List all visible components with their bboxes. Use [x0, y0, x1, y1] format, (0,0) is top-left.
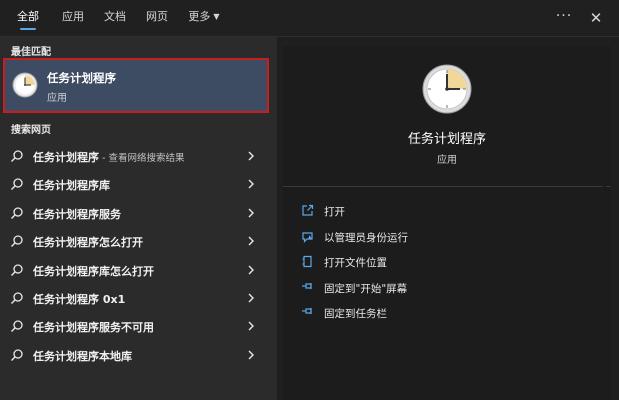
web-search-list: 任务计划程序 - 查看网络搜索结果 任务计划程序库 任务计划程序服务 任务计划程… — [0, 142, 277, 369]
search-icon — [11, 235, 23, 248]
action-pin-to-taskbar-label: 固定到任务栏 — [324, 308, 387, 320]
more-options-button[interactable]: ··· — [554, 0, 574, 36]
preview-pane: 任务计划程序 应用 打开 以管理员身份运行 打开文件位置 固定到"开始"屏幕 固… — [283, 46, 611, 400]
file-location-icon — [302, 255, 312, 268]
action-open-file-location-label: 打开文件位置 — [324, 257, 387, 269]
web-search-item[interactable]: 任务计划程序服务不可用 — [0, 312, 277, 340]
search-scope-tabs: 全部 应用 文档 网页 更多 ▼ ··· ✕ — [0, 0, 619, 37]
open-icon — [302, 204, 314, 216]
search-icon — [11, 207, 23, 219]
chevron-right-icon — [248, 293, 254, 303]
action-pin-to-taskbar[interactable]: 固定到任务栏 — [283, 301, 611, 327]
web-search-item-label: 任务计划程序 - 查看网络搜索结果 — [33, 149, 184, 165]
close-button[interactable]: ✕ — [586, 0, 606, 36]
action-pin-to-start[interactable]: 固定到"开始"屏幕 — [283, 276, 611, 302]
web-search-item-label: 任务计划程序服务不可用 — [33, 321, 154, 335]
action-run-as-admin[interactable]: 以管理员身份运行 — [283, 225, 611, 251]
pin-icon — [302, 282, 312, 289]
chevron-right-icon — [248, 265, 254, 275]
web-search-item-text: 任务计划程序 — [33, 151, 99, 164]
tab-apps[interactable]: 应用 — [56, 0, 90, 36]
web-search-item-suffix: - 查看网络搜索结果 — [99, 153, 185, 164]
best-match-name: 任务计划程序 — [47, 71, 116, 85]
shield-icon — [302, 231, 313, 243]
chevron-right-icon — [248, 350, 254, 360]
search-icon — [11, 292, 23, 304]
web-search-item-label: 任务计划程序服务 — [33, 207, 121, 221]
tab-documents[interactable]: 文档 — [98, 0, 132, 36]
search-icon — [11, 178, 23, 191]
web-search-item[interactable]: 任务计划程序库 — [0, 170, 277, 198]
tab-more[interactable]: 更多 ▼ — [182, 0, 226, 36]
search-icon — [11, 320, 23, 333]
web-search-item-label: 任务计划程序 0x1 — [33, 292, 126, 306]
preview-subtitle: 应用 — [437, 155, 457, 166]
best-match-heading: 最佳匹配 — [11, 47, 51, 58]
web-search-item-label: 任务计划程序本地库 — [33, 349, 132, 363]
chevron-right-icon — [248, 321, 254, 331]
web-search-item-label: 任务计划程序库 — [33, 179, 110, 193]
best-match-type: 应用 — [47, 93, 67, 104]
chevron-down-icon: ▼ — [213, 12, 220, 21]
web-search-item[interactable]: 任务计划程序 0x1 — [0, 284, 277, 312]
clock-icon — [12, 72, 38, 98]
action-open[interactable]: 打开 — [283, 199, 611, 225]
preview-title: 任务计划程序 — [407, 132, 486, 147]
tab-apps-label: 应用 — [62, 10, 84, 23]
tab-all[interactable]: 全部 — [8, 0, 48, 36]
search-icon — [11, 150, 23, 162]
pin-icon — [302, 308, 312, 314]
best-match-result[interactable]: 任务计划程序 应用 — [3, 58, 269, 113]
tab-all-label: 全部 — [17, 10, 39, 23]
preview-actions: 打开 以管理员身份运行 打开文件位置 固定到"开始"屏幕 固定到任务栏 — [283, 199, 611, 327]
scrollbar[interactable] — [603, 46, 606, 400]
web-search-heading: 搜索网页 — [11, 125, 51, 136]
tab-web-label: 网页 — [146, 10, 168, 23]
action-open-file-location[interactable]: 打开文件位置 — [283, 250, 611, 276]
action-run-as-admin-label: 以管理员身份运行 — [324, 231, 408, 244]
chevron-right-icon — [248, 179, 254, 189]
web-search-item[interactable]: 任务计划程序库怎么打开 — [0, 256, 277, 284]
tab-web[interactable]: 网页 — [140, 0, 174, 36]
divider — [283, 186, 611, 187]
web-search-item-label: 任务计划程序怎么打开 — [33, 236, 143, 250]
action-pin-to-start-label: 固定到"开始"屏幕 — [324, 282, 408, 295]
clock-icon — [422, 64, 472, 114]
tab-more-label: 更多 — [188, 10, 211, 23]
results-pane: 最佳匹配 任务计划程序 应用 搜索网页 任务计划程序 - 查看网络搜索结果 任务… — [0, 37, 277, 400]
chevron-right-icon — [248, 236, 254, 246]
web-search-item[interactable]: 任务计划程序服务 — [0, 199, 277, 227]
search-icon — [11, 263, 23, 276]
chevron-right-icon — [248, 151, 254, 161]
web-search-item-label: 任务计划程序库怎么打开 — [33, 264, 154, 278]
search-icon — [11, 349, 23, 361]
action-open-label: 打开 — [324, 206, 345, 218]
web-search-item[interactable]: 任务计划程序本地库 — [0, 341, 277, 369]
chevron-right-icon — [248, 208, 254, 218]
tab-documents-label: 文档 — [104, 10, 126, 23]
web-search-item[interactable]: 任务计划程序 - 查看网络搜索结果 — [0, 142, 277, 170]
web-search-item[interactable]: 任务计划程序怎么打开 — [0, 227, 277, 255]
